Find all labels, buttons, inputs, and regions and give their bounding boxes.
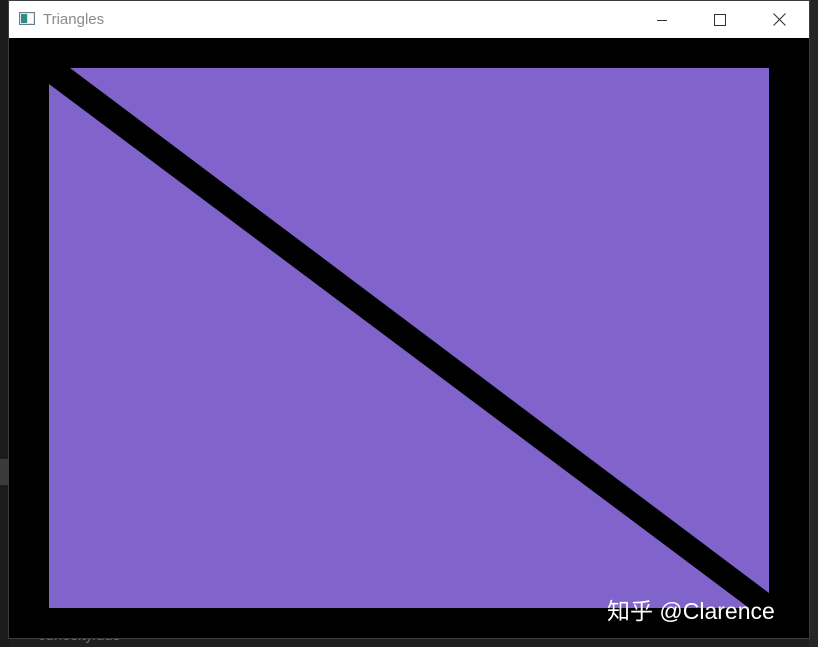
triangles-window[interactable]: Triangles (9, 1, 809, 638)
triangle-scene (9, 38, 809, 638)
watermark-text: 知乎 @Clarence (607, 598, 775, 624)
maximize-icon (714, 13, 726, 26)
title-bar[interactable]: Triangles (9, 1, 809, 38)
background-left-strip (0, 0, 9, 647)
close-icon (772, 13, 786, 26)
app-window-icon (19, 12, 35, 25)
minimize-icon (657, 19, 667, 21)
maximize-button[interactable] (691, 1, 749, 38)
minimize-button[interactable] (633, 1, 691, 38)
window-title: Triangles (43, 11, 105, 28)
close-button[interactable] (750, 1, 808, 38)
background-left-tab (0, 459, 9, 485)
background-right-strip (809, 0, 818, 647)
render-canvas[interactable] (9, 38, 809, 638)
